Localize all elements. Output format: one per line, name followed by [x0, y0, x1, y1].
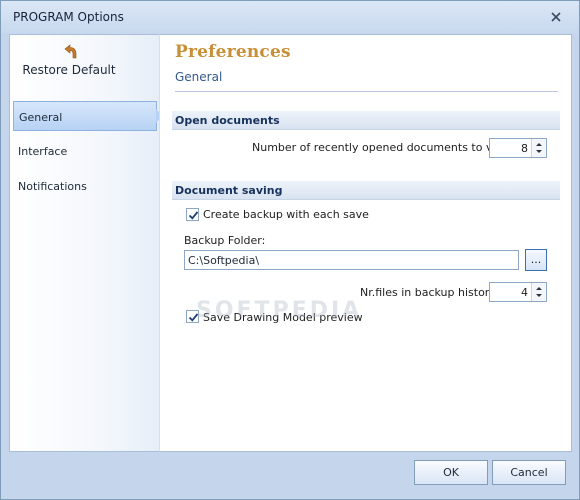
sidebar-item-label: Interface [18, 145, 68, 158]
stepper-down-icon[interactable] [536, 150, 542, 153]
browse-button[interactable]: ... [525, 249, 547, 271]
sidebar-item-notifications[interactable]: Notifications [13, 171, 157, 201]
stepper-down-icon[interactable] [536, 294, 542, 297]
preferences-panel: Preferences General Open documents Numbe… [159, 34, 572, 452]
page-title: Preferences [175, 42, 291, 62]
sidebar-item-label: General [19, 111, 63, 124]
backup-history-value: 4 [521, 286, 528, 299]
close-icon[interactable] [549, 10, 563, 24]
ok-button[interactable]: OK [414, 460, 488, 485]
stepper-buttons[interactable] [531, 283, 546, 301]
backup-folder-label: Backup Folder: [184, 234, 266, 247]
checkmark-icon [188, 211, 199, 220]
dialog-footer: OK Cancel [1, 452, 579, 499]
stepper-buttons[interactable] [531, 139, 546, 157]
ok-label: OK [443, 466, 459, 479]
restore-default-label: Restore Default [22, 63, 116, 77]
sidebar-item-label: Notifications [18, 180, 87, 193]
create-backup-label: Create backup with each save [203, 208, 369, 221]
backup-folder-input[interactable]: C:\Softpedia\ [184, 250, 519, 270]
page-subtitle: General [175, 70, 223, 84]
backup-history-label: Nr.files in backup history: [360, 286, 499, 299]
restore-default-button[interactable]: Restore Default [10, 43, 128, 83]
backup-history-stepper[interactable]: 4 [489, 282, 547, 302]
undo-icon [60, 43, 78, 61]
section-document-saving: Document saving [172, 181, 560, 200]
recent-docs-value: 8 [521, 142, 528, 155]
recent-docs-label: Number of recently opened documents to v… [252, 141, 515, 154]
watermark: SOFTPEDIA [196, 298, 363, 323]
sidebar: Restore Default General Interface Notifi… [9, 34, 163, 452]
sidebar-item-general[interactable]: General [13, 101, 163, 131]
title-divider [175, 91, 558, 92]
title-bar: PROGRAM Options [1, 1, 579, 34]
stepper-up-icon[interactable] [536, 143, 542, 146]
cancel-button[interactable]: Cancel [492, 460, 566, 485]
sidebar-item-interface[interactable]: Interface [13, 136, 157, 166]
stepper-up-icon[interactable] [536, 287, 542, 290]
section-open-documents: Open documents [172, 111, 560, 130]
cancel-label: Cancel [510, 466, 548, 479]
window-title: PROGRAM Options [13, 10, 124, 24]
options-dialog: PROGRAM Options Restore Default General … [0, 0, 580, 500]
create-backup-checkbox[interactable] [186, 208, 199, 221]
recent-docs-stepper[interactable]: 8 [489, 138, 547, 158]
